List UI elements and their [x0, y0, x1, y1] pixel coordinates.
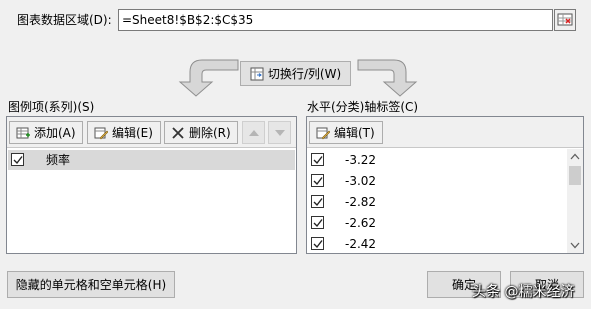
- axis-item-label: -2.62: [345, 216, 377, 230]
- series-panel: 添加(A) 编辑(E) 删除(R) 频率: [6, 116, 297, 254]
- delete-x-icon: [172, 126, 184, 139]
- left-curved-arrow-icon: [178, 59, 239, 97]
- scroll-up-arrow-icon[interactable]: [570, 153, 580, 160]
- watermark-text: 头条 @糯米经济: [472, 284, 575, 300]
- series-list-item[interactable]: 频率: [8, 150, 295, 170]
- axis-item-checkbox[interactable]: [311, 216, 324, 229]
- range-select-icon: [557, 13, 573, 26]
- axis-item-checkbox[interactable]: [311, 153, 324, 166]
- checkmark-icon: [313, 177, 323, 186]
- axis-list-scrollbar[interactable]: [567, 149, 583, 253]
- move-down-button[interactable]: [268, 121, 291, 144]
- axis-list-item[interactable]: -3.22: [308, 150, 567, 170]
- axis-toolbar: 编辑(T): [307, 117, 583, 148]
- edit-axis-labels-button[interactable]: 编辑(T): [309, 121, 383, 144]
- scrollbar-thumb[interactable]: [569, 166, 581, 185]
- range-input[interactable]: =Sheet8!$B$2:$C$35: [118, 9, 553, 31]
- range-label: 图表数据区域(D):: [17, 13, 112, 27]
- add-series-label: 添加(A): [34, 126, 76, 140]
- axis-item-checkbox[interactable]: [311, 237, 324, 250]
- axis-item-checkbox[interactable]: [311, 195, 324, 208]
- delete-series-button[interactable]: 删除(R): [164, 121, 238, 144]
- add-series-button[interactable]: 添加(A): [9, 121, 83, 144]
- edit-icon: [316, 127, 330, 139]
- axis-item-label: -3.02: [345, 174, 377, 188]
- right-curved-arrow-icon: [357, 59, 418, 97]
- edit-series-label: 编辑(E): [112, 126, 153, 140]
- switch-row-column-label: 切换行/列(W): [267, 67, 342, 81]
- axis-list-item[interactable]: -3.02: [308, 171, 567, 191]
- switch-row-column-icon: [250, 67, 264, 80]
- delete-series-label: 删除(R): [189, 126, 231, 140]
- collapse-dialog-button[interactable]: [554, 9, 576, 31]
- checkmark-icon: [313, 240, 323, 249]
- triangle-up-icon: [248, 129, 259, 136]
- axis-item-label: -2.82: [345, 195, 377, 209]
- axis-item-checkbox[interactable]: [311, 174, 324, 187]
- triangle-down-icon: [274, 129, 285, 136]
- edit-series-button[interactable]: 编辑(E): [87, 121, 161, 144]
- add-table-icon: [16, 127, 30, 138]
- scroll-down-arrow-icon[interactable]: [570, 242, 580, 249]
- edit-icon: [94, 127, 108, 139]
- axis-list-item[interactable]: -2.62: [308, 213, 567, 233]
- switch-row-column-button[interactable]: 切换行/列(W): [240, 61, 351, 86]
- axis-section-title: 水平(分类)轴标签(C): [307, 100, 419, 114]
- axis-item-label: -2.42: [345, 237, 377, 251]
- series-item-label: 频率: [46, 153, 71, 167]
- hidden-empty-cells-button[interactable]: 隐藏的单元格和空单元格(H): [7, 271, 175, 298]
- axis-item-label: -3.22: [345, 153, 377, 167]
- series-toolbar: 添加(A) 编辑(E) 删除(R): [7, 117, 296, 148]
- axis-list-item[interactable]: -2.42: [308, 234, 567, 254]
- axis-list-item[interactable]: -2.82: [308, 192, 567, 212]
- axis-panel: 编辑(T) -3.22 -3.02 -2.82 -2.62 -2.42: [306, 116, 584, 254]
- series-section-title: 图例项(系列)(S): [8, 100, 95, 114]
- series-checkbox[interactable]: [11, 153, 24, 166]
- checkmark-icon: [313, 198, 323, 207]
- checkmark-icon: [313, 156, 323, 165]
- edit-axis-labels-label: 编辑(T): [334, 126, 375, 140]
- range-input-value: =Sheet8!$B$2:$C$35: [122, 13, 254, 27]
- hidden-empty-cells-label: 隐藏的单元格和空单元格(H): [15, 278, 167, 292]
- checkmark-icon: [13, 156, 23, 165]
- move-up-button[interactable]: [242, 121, 265, 144]
- checkmark-icon: [313, 219, 323, 228]
